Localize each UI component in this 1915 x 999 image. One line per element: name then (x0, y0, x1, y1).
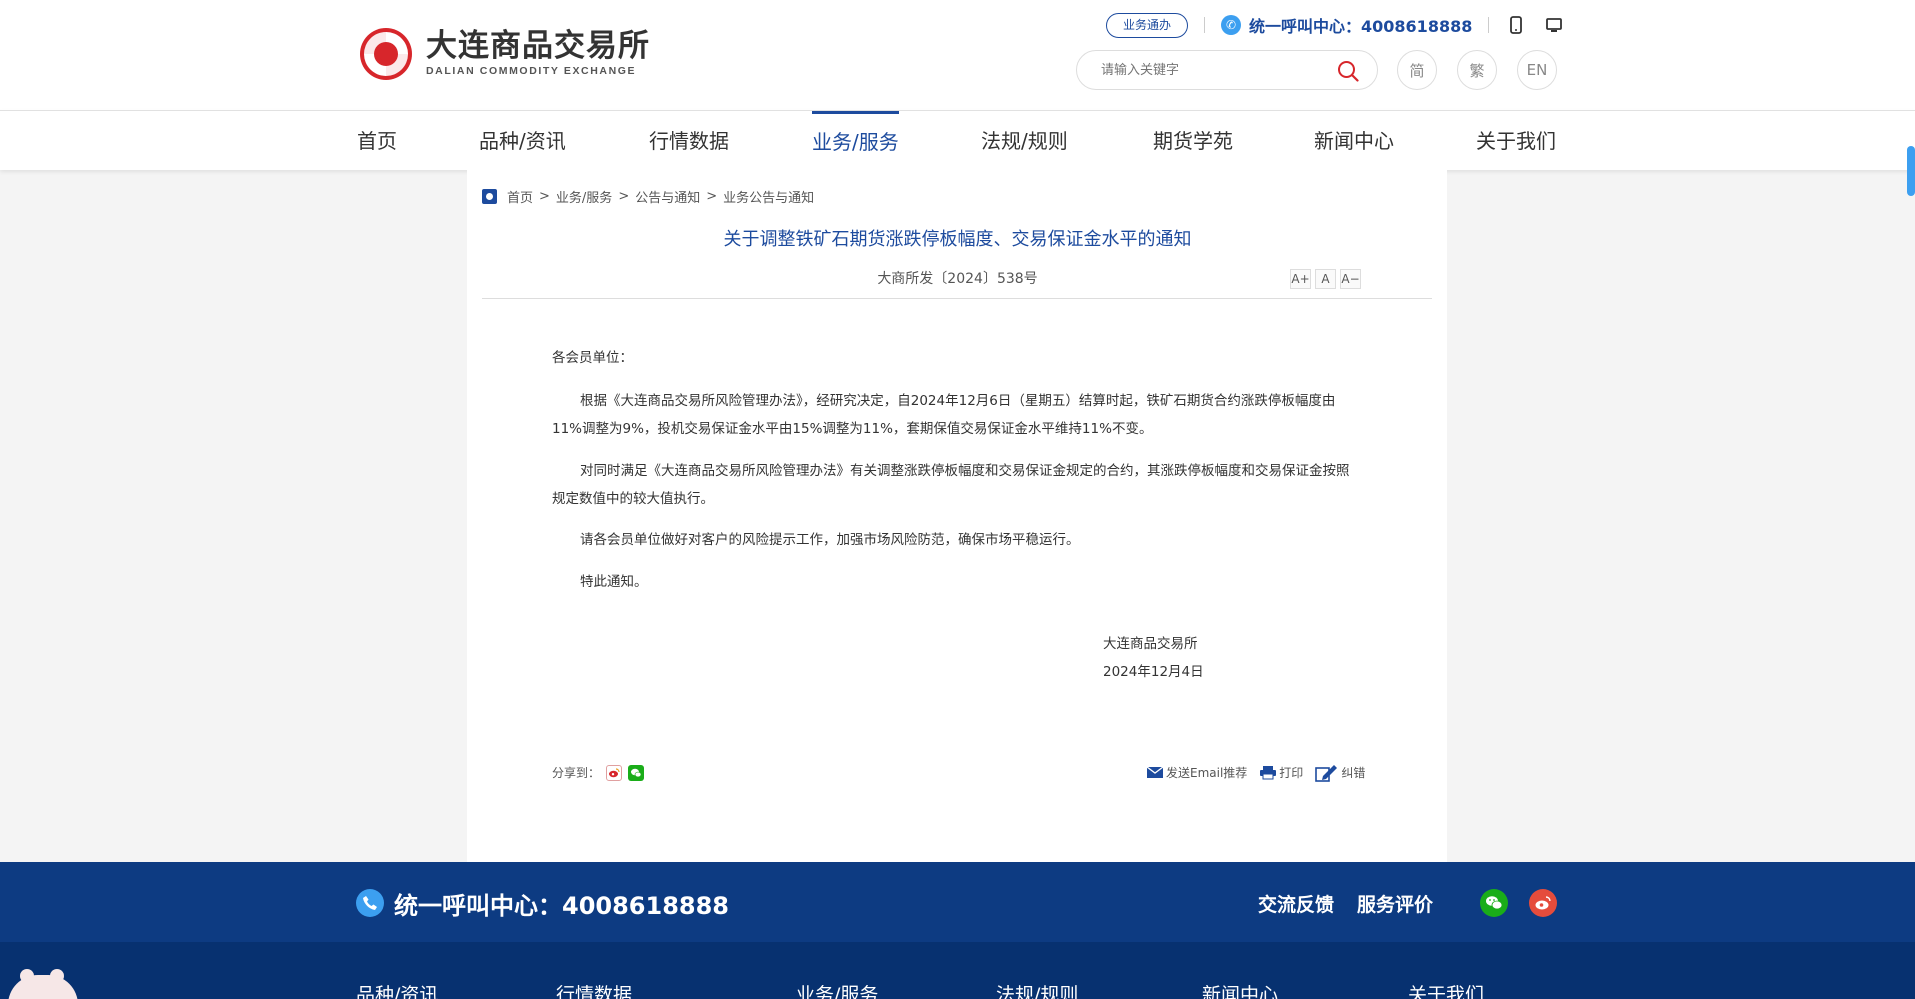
nav-item-market-data[interactable]: 行情数据 (649, 111, 729, 170)
feedback-link[interactable]: 交流反馈 (1258, 890, 1334, 917)
doc-number: 大商所发〔2024〕538号 (877, 271, 1038, 287)
breadcrumb-separator: > (706, 188, 718, 204)
desktop-icon[interactable] (1545, 16, 1563, 34)
divider (1204, 17, 1206, 33)
signer: 大连商品交易所 (1103, 636, 1198, 652)
phone-icon: ✆ (1221, 15, 1242, 35)
breadcrumb-home[interactable]: 首页 (507, 187, 533, 206)
font-increase-button[interactable]: A+ (1290, 269, 1311, 289)
dce-logo-icon (360, 28, 412, 80)
paragraph-4: 特此通知。 (580, 574, 648, 590)
footer-phone-icon (356, 889, 384, 917)
email-recommend-link[interactable]: 发送Email推荐 (1146, 764, 1247, 781)
logo[interactable]: 大连商品交易所 DALIAN COMMODITY EXCHANGE (356, 24, 650, 82)
paragraph-1: 根据《大连商品交易所风险管理办法》，经研究决定，自2024年12月6日（星期五）… (552, 393, 1336, 437)
lang-traditional-button[interactable]: 繁 (1457, 50, 1497, 90)
divider (1488, 17, 1490, 33)
footer-nav-rules[interactable]: 法规/规则 (996, 980, 1078, 999)
print-link[interactable]: 打印 (1259, 764, 1303, 781)
footer-nav-news[interactable]: 新闻中心 (1202, 980, 1278, 999)
nav-item-products[interactable]: 品种/资讯 (479, 111, 566, 170)
footer-nav-products[interactable]: 品种/资讯 (356, 980, 438, 999)
nav-item-news[interactable]: 新闻中心 (1314, 111, 1394, 170)
hotline-text: 统一呼叫中心：4008618888 (1249, 17, 1473, 36)
nav-item-business[interactable]: 业务/服务 (812, 111, 899, 170)
wechat-icon[interactable] (1480, 889, 1508, 917)
footer-contact-bar (0, 862, 1915, 942)
edit-icon (1315, 765, 1338, 782)
email-icon (1146, 766, 1164, 778)
share-label: 分享到： (552, 766, 601, 780)
weibo-icon[interactable] (1529, 889, 1557, 917)
print-icon (1260, 766, 1277, 780)
breadcrumb: 首页 > 业务/服务 > 公告与通知 > 业务公告与通知 (482, 186, 814, 206)
footer-hotline: 统一呼叫中心：4008618888 (394, 892, 729, 920)
footer-nav-business[interactable]: 业务/服务 (796, 980, 878, 999)
article-tools: 发送Email推荐 打印 纠错 (1146, 763, 1377, 782)
scrollbar-thumb[interactable] (1907, 146, 1915, 196)
share-bar: 分享到： (552, 764, 645, 781)
title-divider (482, 298, 1432, 299)
footer-nav-bar (0, 942, 1915, 999)
font-size-controls: A+ A A− (1290, 269, 1365, 289)
site-header: 大连商品交易所 DALIAN COMMODITY EXCHANGE 业务通办 ✆… (0, 0, 1915, 110)
correction-link[interactable]: 纠错 (1315, 763, 1365, 782)
breadcrumb-business[interactable]: 业务/服务 (556, 187, 612, 206)
biz-portal-button[interactable]: 业务通办 (1106, 12, 1189, 38)
breadcrumb-separator: > (618, 188, 630, 204)
main-nav: 首页 品种/资讯 行情数据 业务/服务 法规/规则 期货学苑 新闻中心 关于我们 (0, 110, 1915, 170)
search-box (1076, 50, 1378, 90)
logo-cn-text: 大连商品交易所 (426, 28, 650, 64)
paragraph-2: 对同时满足《大连商品交易所风险管理办法》有关调整涨跌停板幅度和交易保证金规定的合… (552, 463, 1350, 507)
paragraph-3: 请各会员单位做好对客户的风险提示工作，加强市场风险防范，确保市场平稳运行。 (580, 532, 1080, 548)
font-reset-button[interactable]: A (1315, 269, 1336, 289)
correction-label: 纠错 (1341, 766, 1366, 780)
sign-date: 2024年12月4日 (1103, 664, 1204, 680)
lang-simplified-button[interactable]: 简 (1397, 50, 1437, 90)
nav-item-academy[interactable]: 期货学苑 (1153, 111, 1233, 170)
print-label: 打印 (1279, 766, 1304, 780)
breadcrumb-notices[interactable]: 公告与通知 (635, 187, 700, 206)
logo-en-text: DALIAN COMMODITY EXCHANGE (426, 65, 637, 77)
article-title: 关于调整铁矿石期货涨跌停板幅度、交易保证金水平的通知 (723, 229, 1192, 250)
search-input[interactable] (1101, 51, 1331, 89)
email-label: 发送Email推荐 (1166, 766, 1248, 780)
weibo-share-icon[interactable] (606, 764, 623, 781)
search-icon[interactable] (1337, 60, 1359, 82)
breadcrumb-separator: > (539, 188, 550, 204)
nav-item-rules[interactable]: 法规/规则 (981, 111, 1068, 170)
home-icon (482, 188, 497, 204)
breadcrumb-business-notices[interactable]: 业务公告与通知 (723, 187, 814, 206)
font-decrease-button[interactable]: A− (1340, 269, 1361, 289)
salutation: 各会员单位： (552, 350, 633, 366)
lang-english-button[interactable]: EN (1517, 50, 1557, 90)
nav-item-about[interactable]: 关于我们 (1476, 111, 1556, 170)
service-rating-link[interactable]: 服务评价 (1357, 890, 1433, 917)
mobile-icon[interactable] (1509, 16, 1523, 34)
nav-item-home[interactable]: 首页 (357, 111, 397, 170)
footer-nav-about[interactable]: 关于我们 (1408, 980, 1484, 999)
footer-nav-market-data[interactable]: 行情数据 (556, 980, 632, 999)
wechat-share-icon[interactable] (628, 764, 645, 781)
